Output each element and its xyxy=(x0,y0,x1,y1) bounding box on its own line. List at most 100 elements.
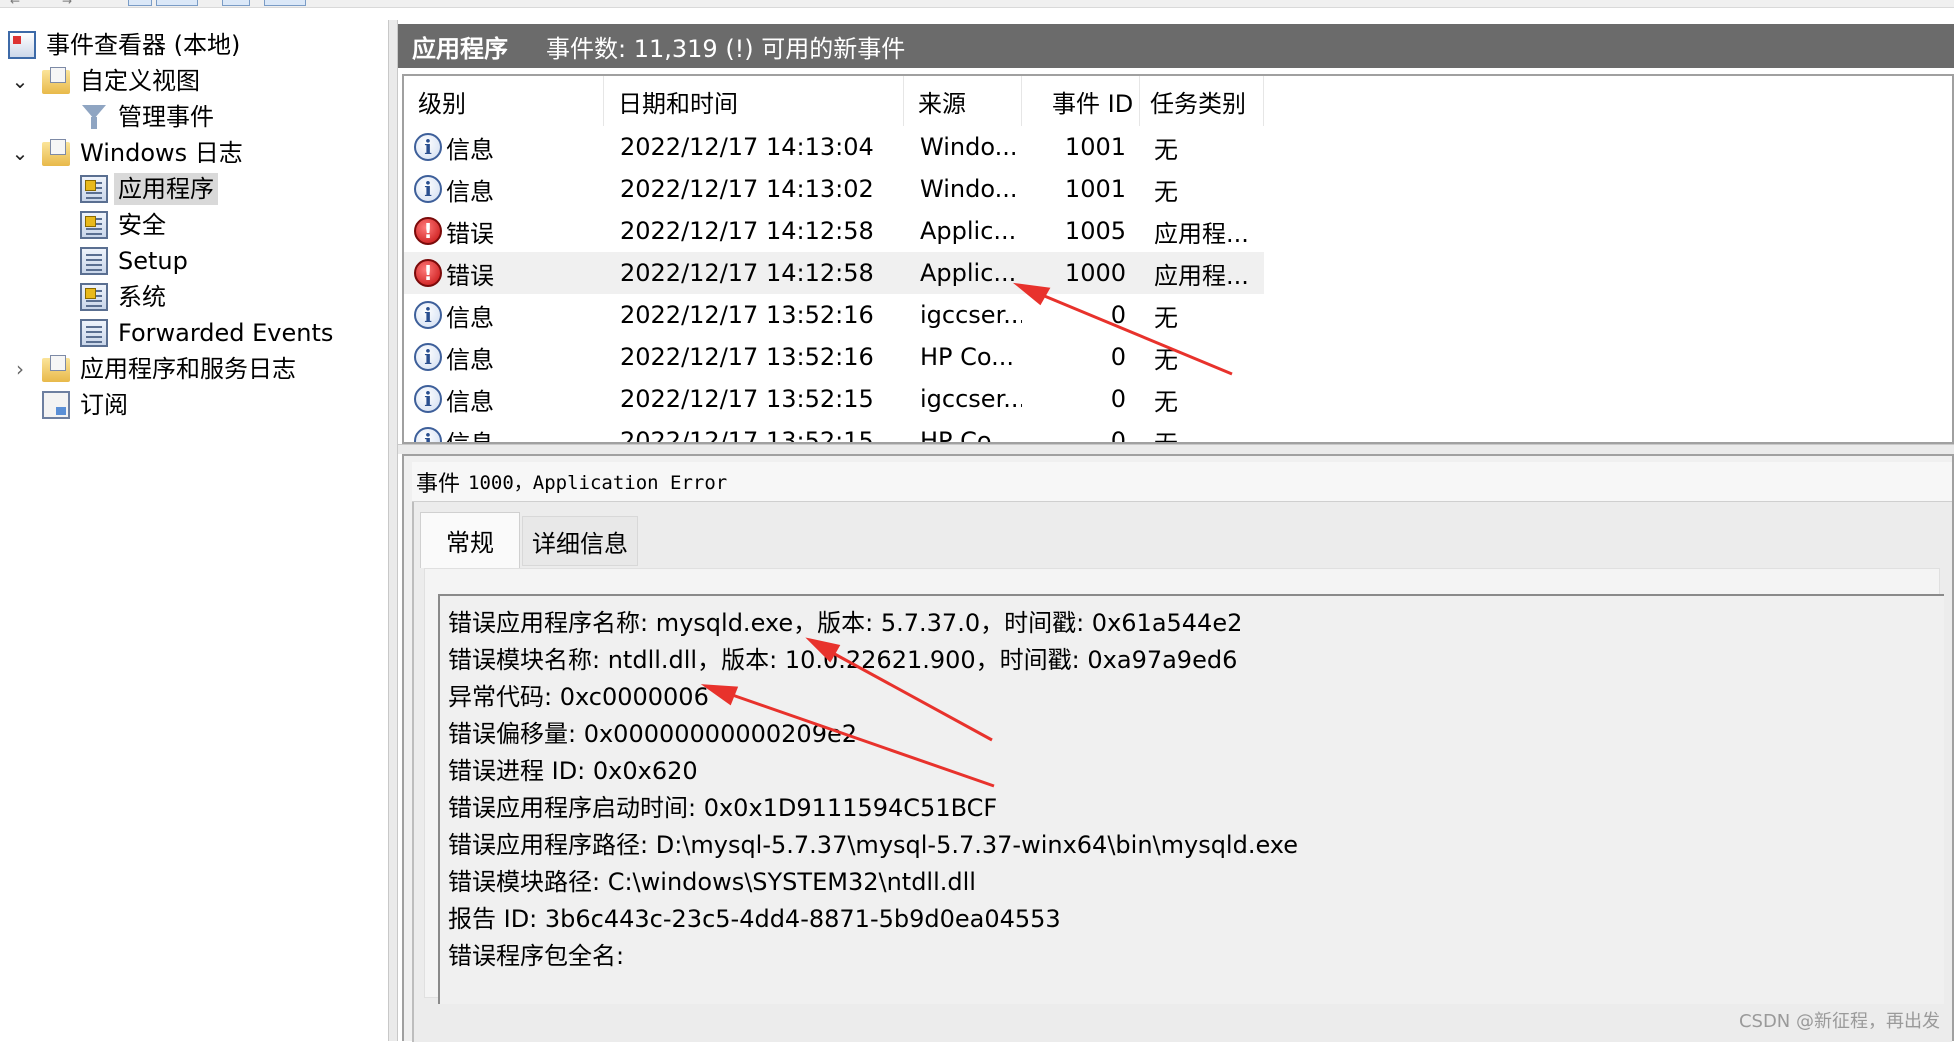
event-count: 事件数: 11,319 (!) 可用的新事件 xyxy=(546,29,905,64)
table-row[interactable]: i信息2022/12/17 13:52:15igccser...0无 xyxy=(404,378,1264,420)
column-header-event-id[interactable]: 事件 ID xyxy=(1022,76,1140,126)
cell-event-id: 1000 xyxy=(1022,252,1140,294)
tab-general[interactable]: 常规 xyxy=(420,512,520,568)
cell-task: 无 xyxy=(1140,420,1264,444)
cell-source: HP Co... xyxy=(904,420,1022,444)
cell-level: i信息 xyxy=(404,336,604,378)
tree-item-admin-events[interactable]: 管理事件 xyxy=(80,100,218,134)
tree-item-root[interactable]: 事件查看器 (本地) xyxy=(8,28,244,62)
tree-item-label: 订阅 xyxy=(76,389,132,421)
cell-task: 应用程... xyxy=(1140,252,1264,294)
filter-icon xyxy=(80,103,108,131)
folder-icon xyxy=(42,358,70,382)
tab-details[interactable]: 详细信息 xyxy=(522,516,638,566)
chevron-right-icon[interactable]: › xyxy=(10,357,30,381)
cell-event-id: 0 xyxy=(1022,420,1140,444)
tree-item-application[interactable]: 应用程序 xyxy=(80,172,218,206)
tree-item-windows-logs[interactable]: ⌄ Windows 日志 xyxy=(10,136,247,170)
cell-date: 2022/12/17 13:52:15 xyxy=(604,420,904,444)
horizontal-splitter[interactable] xyxy=(398,444,1954,454)
toolbar-folder-button[interactable] xyxy=(128,0,152,6)
info-icon: i xyxy=(414,301,442,329)
table-row[interactable]: i信息2022/12/17 13:52:16HP Co...0无 xyxy=(404,336,1264,378)
pane-header: 应用程序 事件数: 11,319 (!) 可用的新事件 xyxy=(398,24,1954,68)
tree-item-label: 自定义视图 xyxy=(76,65,204,97)
cell-event-id: 0 xyxy=(1022,294,1140,336)
column-header-source[interactable]: 来源 xyxy=(904,76,1022,126)
table-row[interactable]: !错误2022/12/17 14:12:58Applic...1000应用程..… xyxy=(404,252,1264,294)
vertical-splitter[interactable] xyxy=(388,20,398,1041)
cell-task: 应用程... xyxy=(1140,210,1264,252)
folder-icon xyxy=(42,70,70,94)
back-arrow-icon[interactable]: ← xyxy=(10,0,20,8)
cell-level: i信息 xyxy=(404,378,604,420)
tree-item-label: 系统 xyxy=(114,281,170,313)
toolbar-pane-button[interactable] xyxy=(264,0,306,6)
level-text: 信息 xyxy=(446,172,494,207)
description-line: 错误应用程序名称: mysqld.exe，版本: 5.7.37.0，时间戳: 0… xyxy=(448,600,1242,640)
column-header-date[interactable]: 日期和时间 xyxy=(604,76,904,126)
column-header-task[interactable]: 任务类别 xyxy=(1140,76,1264,126)
cell-date: 2022/12/17 13:52:15 xyxy=(604,378,904,420)
tree-item-label: Setup xyxy=(114,245,192,277)
navigation-tree: 事件查看器 (本地) ⌄ 自定义视图 管理事件 ⌄ Windows 日志 应用程… xyxy=(0,24,388,1041)
cell-level: !错误 xyxy=(404,210,604,252)
tree-item-system[interactable]: 系统 xyxy=(80,280,170,314)
cell-source: Applic... xyxy=(904,252,1022,294)
description-line: 错误程序包全名: xyxy=(448,933,624,973)
cell-task: 无 xyxy=(1140,336,1264,378)
cell-date: 2022/12/17 14:13:02 xyxy=(604,168,904,210)
info-icon: i xyxy=(414,343,442,371)
table-row[interactable]: i信息2022/12/17 13:52:16igccser...0无 xyxy=(404,294,1264,336)
pane-title: 应用程序 xyxy=(412,29,508,64)
description-line: 错误偏移量: 0x00000000000209e2 xyxy=(448,711,857,751)
chevron-down-icon[interactable]: ⌄ xyxy=(10,69,30,93)
description-line: 错误应用程序路径: D:\mysql-5.7.37\mysql-5.7.37-w… xyxy=(448,822,1298,862)
toolbar-help-button[interactable] xyxy=(222,0,250,6)
info-icon: i xyxy=(414,133,442,161)
cell-date: 2022/12/17 13:52:16 xyxy=(604,294,904,336)
tree-item-custom-views[interactable]: ⌄ 自定义视图 xyxy=(10,64,204,98)
cell-source: Windo... xyxy=(904,126,1022,168)
cell-date: 2022/12/17 13:52:16 xyxy=(604,336,904,378)
log-icon xyxy=(80,211,108,239)
log-icon xyxy=(80,283,108,311)
toolbar: ← → xyxy=(0,0,1954,8)
tree-item-setup[interactable]: Setup xyxy=(80,244,192,278)
tree-item-security[interactable]: 安全 xyxy=(80,208,170,242)
list-header: 级别 日期和时间 来源 事件 ID 任务类别 xyxy=(404,76,1954,126)
tree-item-subscriptions[interactable]: 订阅 xyxy=(42,388,132,422)
column-header-level[interactable]: 级别 xyxy=(404,76,604,126)
folder-icon xyxy=(42,142,70,166)
tree-item-forwarded-events[interactable]: Forwarded Events xyxy=(80,316,337,350)
cell-task: 无 xyxy=(1140,168,1264,210)
error-icon: ! xyxy=(414,259,442,287)
table-row[interactable]: i信息2022/12/17 14:13:04Windo...1001无 xyxy=(404,126,1264,168)
table-row[interactable]: !错误2022/12/17 14:12:58Applic...1005应用程..… xyxy=(404,210,1264,252)
cell-level: !错误 xyxy=(404,252,604,294)
tree-item-label: 应用程序和服务日志 xyxy=(76,353,300,385)
event-detail-pane: 事件 1000，Application Error 常规 详细信息 错误应用程序… xyxy=(402,454,1954,1041)
level-text: 错误 xyxy=(446,214,494,249)
subscription-icon xyxy=(42,391,70,419)
cell-source: Windo... xyxy=(904,168,1022,210)
tree-item-app-service-logs[interactable]: › 应用程序和服务日志 xyxy=(10,352,300,386)
cell-date: 2022/12/17 14:13:04 xyxy=(604,126,904,168)
description-line: 错误进程 ID: 0x0x620 xyxy=(448,748,698,788)
cell-event-id: 0 xyxy=(1022,336,1140,378)
info-icon: i xyxy=(414,175,442,203)
toolbar-view-button[interactable] xyxy=(156,0,198,6)
table-row[interactable]: i信息2022/12/17 13:52:15HP Co...0无 xyxy=(404,420,1264,444)
event-description[interactable]: 错误应用程序名称: mysqld.exe，版本: 5.7.37.0，时间戳: 0… xyxy=(438,594,1944,1004)
level-text: 信息 xyxy=(446,130,494,165)
description-line: 报告 ID: 3b6c443c-23c5-4dd4-8871-5b9d0ea04… xyxy=(448,896,1061,936)
error-icon: ! xyxy=(414,217,442,245)
cell-task: 无 xyxy=(1140,294,1264,336)
cell-source: igccser... xyxy=(904,378,1022,420)
forward-arrow-icon[interactable]: → xyxy=(62,0,72,8)
cell-level: i信息 xyxy=(404,294,604,336)
table-row[interactable]: i信息2022/12/17 14:13:02Windo...1001无 xyxy=(404,168,1264,210)
watermark: CSDN @新征程，再出发 xyxy=(1739,1007,1940,1033)
chevron-down-icon[interactable]: ⌄ xyxy=(10,141,30,165)
cell-event-id: 1005 xyxy=(1022,210,1140,252)
